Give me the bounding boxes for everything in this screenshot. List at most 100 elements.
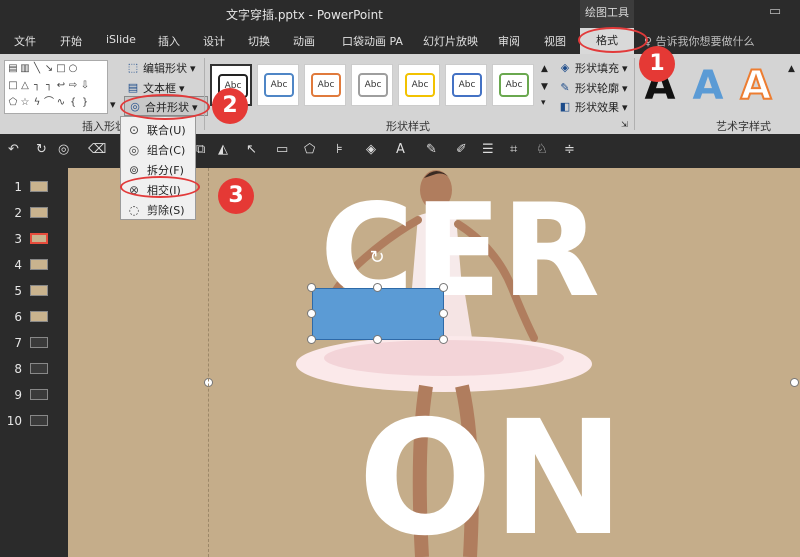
shape-style-thumb-4[interactable]: Abc xyxy=(351,64,393,106)
block-arrow-shape-icon[interactable]: ⇨ xyxy=(67,78,79,94)
rectangle-shape-icon[interactable]: □ xyxy=(55,61,67,77)
shapes-gallery[interactable]: ▤ ▥ ╲ ↘ □ ○ □ △ ┐ ┐ ↩ ⇨ ⇩ ⬠ ☆ ϟ ⌒ ∿{} xyxy=(4,60,108,114)
slide-thumb[interactable]: 7 xyxy=(0,332,68,354)
triangle-shape-icon[interactable]: △ xyxy=(19,78,31,94)
shape-style-thumb-2[interactable]: Abc xyxy=(257,64,299,106)
format-painter-icon[interactable]: ✐ xyxy=(456,142,467,157)
line-shape-icon[interactable]: ╲ xyxy=(31,61,43,77)
wave-shape-icon[interactable]: ∿ xyxy=(55,95,67,111)
pentagon-shape-icon[interactable]: ⬠ xyxy=(7,95,19,111)
bullets-icon[interactable]: ☰ xyxy=(482,142,494,157)
elbow2-shape-icon[interactable]: ┐ xyxy=(43,78,55,94)
shape-effects-button[interactable]: ◧ 形状效果 ▾ xyxy=(558,99,628,115)
group-divider xyxy=(634,58,635,130)
ribbon-display-options-icon[interactable]: ▭ xyxy=(760,4,790,24)
wordart-style-blue[interactable]: A xyxy=(688,62,728,110)
slide-thumb[interactable]: 10 xyxy=(0,410,68,432)
shape-fill-button[interactable]: ◈ 形状填充 ▾ xyxy=(558,60,628,76)
style-scroll-down-icon[interactable]: ▼ xyxy=(541,82,548,92)
shape-outline-button[interactable]: ✎ 形状轮廓 ▾ xyxy=(558,80,627,96)
subtract-icon: ◌ xyxy=(128,203,140,217)
rect2-shape-icon[interactable]: □ xyxy=(7,78,19,94)
merge-combine-item[interactable]: ◎ 组合(C) xyxy=(127,141,191,159)
tab-islide[interactable]: iSlide xyxy=(106,33,136,46)
shape-style-thumb-3[interactable]: Abc xyxy=(304,64,346,106)
customize-toolbar-icon[interactable]: ≑ xyxy=(564,142,575,157)
slide-thumb[interactable]: 5 xyxy=(0,280,68,302)
selected-rectangle-shape[interactable] xyxy=(312,288,444,340)
elbow-shape-icon[interactable]: ┐ xyxy=(31,78,43,94)
brace-right-shape-icon[interactable]: } xyxy=(79,95,91,111)
brace-left-shape-icon[interactable]: { xyxy=(67,95,79,111)
shape-edit-icon[interactable]: ⬠ xyxy=(304,142,315,157)
select-arrow-icon[interactable]: ↖ xyxy=(246,142,257,157)
title-bar: 文字穿插.pptx - PowerPoint 绘图工具 ▭ xyxy=(0,0,800,28)
tab-transitions[interactable]: 切换 xyxy=(248,33,270,49)
redo-icon[interactable]: ↻ xyxy=(36,142,47,157)
shape-resize-handle[interactable] xyxy=(439,309,448,318)
align-icon[interactable]: ⧉ xyxy=(196,142,205,157)
slide-thumb-active[interactable]: 3 xyxy=(0,228,68,250)
shape-resize-handle[interactable] xyxy=(373,283,382,292)
shape-resize-handle[interactable] xyxy=(307,335,316,344)
merge-subtract-item[interactable]: ◌ 剪除(S) xyxy=(127,201,191,219)
tab-pocket-animation[interactable]: 口袋动画 PA xyxy=(342,33,403,49)
slide-thumb[interactable]: 2 xyxy=(0,202,68,224)
shape-resize-handle[interactable] xyxy=(439,283,448,292)
wordart-scroll-up-icon[interactable]: ▲ xyxy=(788,64,795,74)
tab-home[interactable]: 开始 xyxy=(60,33,82,49)
position-icon[interactable]: ⊧ xyxy=(336,142,343,157)
shape-style-thumb-5[interactable]: Abc xyxy=(398,64,440,106)
crop-icon[interactable]: ⌗ xyxy=(510,142,517,157)
textbox-tool-icon[interactable]: ▭ xyxy=(276,142,288,157)
slide-canvas[interactable]: CER ON ↻ xyxy=(68,168,800,557)
gallery-more-icon[interactable]: ▾ xyxy=(110,98,116,111)
slide-title-line2[interactable]: ON xyxy=(358,400,625,557)
tab-animations[interactable]: 动画 xyxy=(293,33,315,49)
tab-view[interactable]: 视图 xyxy=(544,33,566,49)
shape-style-thumb-6[interactable]: Abc xyxy=(445,64,487,106)
tab-review[interactable]: 审阅 xyxy=(498,33,520,49)
rotate-handle-icon[interactable]: ↻ xyxy=(367,248,387,268)
shape-resize-handle[interactable] xyxy=(439,335,448,344)
style-scroll-up-icon[interactable]: ▲ xyxy=(541,64,548,74)
arrow-line-shape-icon[interactable]: ↘ xyxy=(43,61,55,77)
merge-union-item[interactable]: ⊙ 联合(U) xyxy=(127,121,191,139)
pen-outline-icon: ✎ xyxy=(560,81,570,94)
down-arrow-shape-icon[interactable]: ⇩ xyxy=(79,78,91,94)
font-color-icon[interactable]: A xyxy=(396,142,405,157)
shape-resize-handle[interactable] xyxy=(373,335,382,344)
textbox-shape-icon[interactable]: ▤ xyxy=(7,61,19,77)
arc-shape-icon[interactable]: ⌒ xyxy=(43,95,55,111)
edit-shape-button[interactable]: ⬚ 编辑形状 ▾ xyxy=(126,60,196,76)
triangle-tool-icon[interactable]: ◭ xyxy=(218,142,228,157)
tab-insert[interactable]: 插入 xyxy=(158,33,180,49)
tab-slideshow[interactable]: 幻灯片放映 xyxy=(423,33,478,49)
shape-icon[interactable]: ◎ xyxy=(58,142,69,157)
dialog-launcher-icon[interactable]: ⇲ xyxy=(621,120,628,129)
window-title: 文字穿插.pptx - PowerPoint xyxy=(226,8,383,22)
wordart-style-orange-outline[interactable]: A xyxy=(736,62,776,110)
star-shape-icon[interactable]: ☆ xyxy=(19,95,31,111)
curved-shape-icon[interactable]: ↩ xyxy=(55,78,67,94)
slide-thumb[interactable]: 9 xyxy=(0,384,68,406)
slide-thumb[interactable]: 1 xyxy=(0,176,68,198)
eraser-icon[interactable]: ⌫ xyxy=(88,142,106,157)
shape-style-thumb-7[interactable]: Abc xyxy=(492,64,534,106)
slide-thumb[interactable]: 8 xyxy=(0,358,68,380)
textbox-resize-handle[interactable] xyxy=(790,378,799,387)
undo-icon[interactable]: ↶ xyxy=(8,142,19,157)
tab-file[interactable]: 文件 xyxy=(14,33,36,49)
outline-color-icon[interactable]: ✎ xyxy=(426,142,437,157)
shape-resize-handle[interactable] xyxy=(307,283,316,292)
slide-thumb[interactable]: 6 xyxy=(0,306,68,328)
lightning-shape-icon[interactable]: ϟ xyxy=(31,95,43,111)
fill-color-icon[interactable]: ◈ xyxy=(366,142,376,157)
shape-resize-handle[interactable] xyxy=(307,309,316,318)
style-gallery-more-icon[interactable]: ▾ xyxy=(541,98,546,108)
oval-shape-icon[interactable]: ○ xyxy=(67,61,79,77)
tab-design[interactable]: 设计 xyxy=(203,33,225,49)
slide-thumb[interactable]: 4 xyxy=(0,254,68,276)
animation-icon[interactable]: ♘ xyxy=(536,142,548,157)
vertical-textbox-shape-icon[interactable]: ▥ xyxy=(19,61,31,77)
